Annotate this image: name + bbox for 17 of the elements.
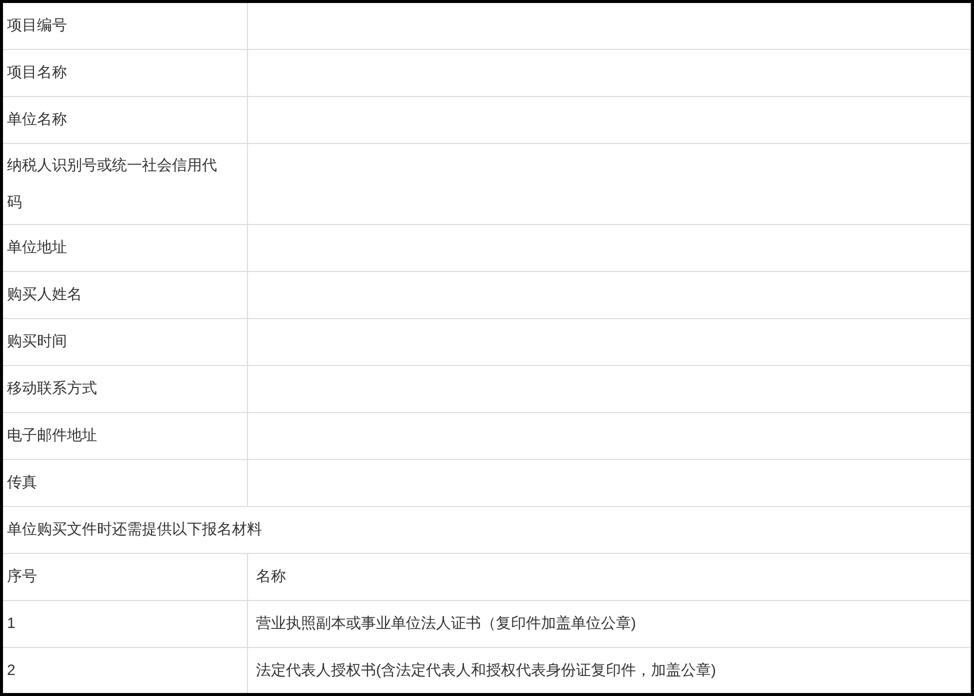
column-header: 名称 — [256, 568, 286, 585]
table-cell: 2 — [7, 662, 16, 679]
field-label: 单位地址 — [7, 238, 67, 258]
section-note: 单位购买文件时还需提供以下报名材料 — [7, 521, 262, 538]
field-label: 移动联系方式 — [7, 379, 97, 399]
table-cell: 1 — [7, 615, 16, 632]
field-label: 传真 — [7, 473, 37, 493]
table-cell: 法定代表人授权书(含法定代表人和授权代表身份证复印件，加盖公章) — [256, 662, 716, 679]
field-label: 纳税人识别号或统一社会信用代码 — [7, 156, 218, 213]
field-label: 购买人姓名 — [7, 285, 82, 305]
field-label: 电子邮件地址 — [7, 426, 97, 446]
table-cell: 营业执照副本或事业单位法人证书（复印件加盖单位公章) — [256, 615, 636, 632]
field-label: 购买时间 — [7, 332, 67, 352]
column-header: 序号 — [7, 568, 37, 585]
field-label: 项目名称 — [7, 63, 67, 83]
field-label: 单位名称 — [7, 110, 67, 130]
field-label: 项目编号 — [7, 16, 67, 36]
